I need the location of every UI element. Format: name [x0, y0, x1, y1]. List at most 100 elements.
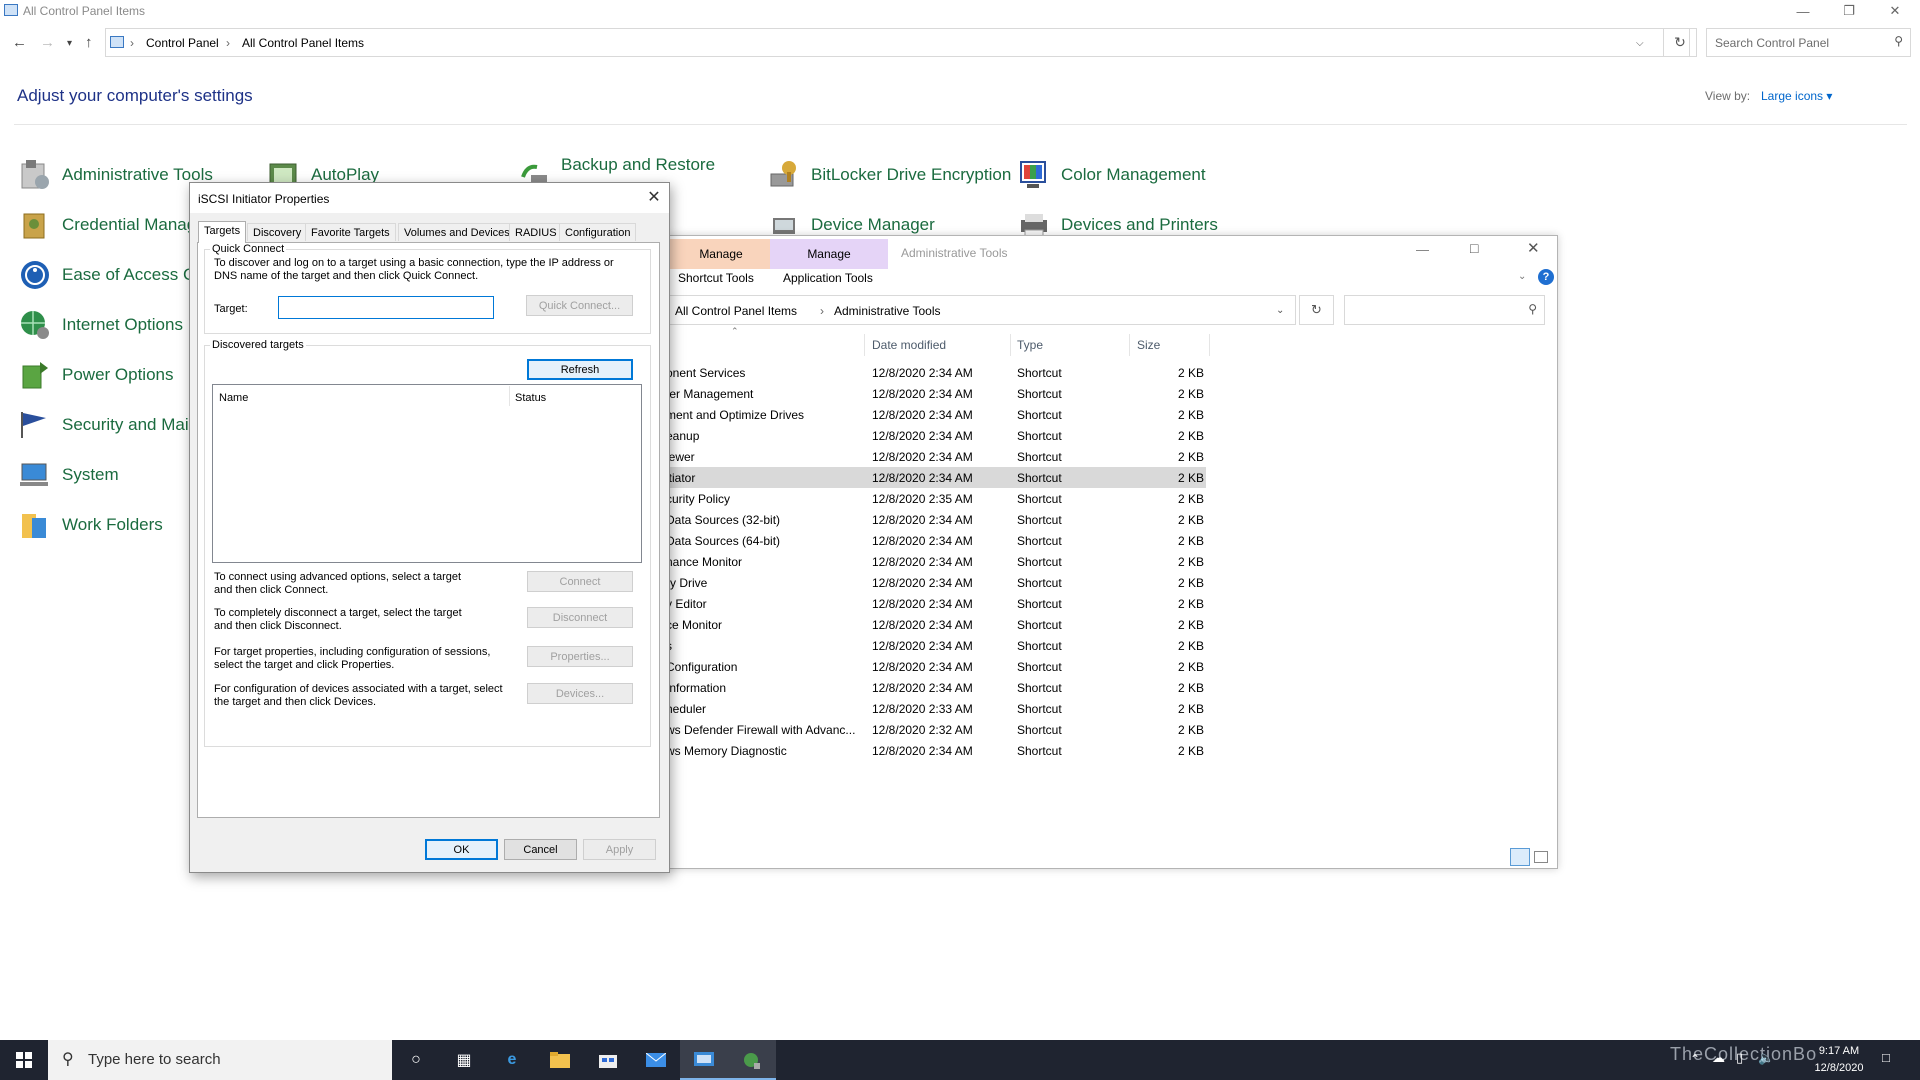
- minimize-button[interactable]: —: [1780, 0, 1826, 22]
- column-header-name[interactable]: Name: [219, 392, 248, 404]
- ribbon-subtab-application-tools[interactable]: Application Tools: [783, 271, 873, 285]
- breadcrumb-all-items[interactable]: All Control Panel Items: [675, 304, 797, 318]
- table-row[interactable]: s12/8/2020 2:34 AMShortcut2 KB: [666, 635, 1206, 656]
- onedrive-icon[interactable]: ☁: [1712, 1050, 1725, 1066]
- cp-item-ease-of-access[interactable]: Ease of Access Cen: [18, 257, 214, 293]
- chevron-down-icon[interactable]: ⌄: [1276, 305, 1284, 316]
- cp-item-security-maintenance[interactable]: Security and Maint: [18, 407, 203, 443]
- tab-configuration[interactable]: Configuration: [559, 223, 637, 241]
- administrative-tools-window[interactable]: Manage Manage Administrative Tools Short…: [665, 235, 1558, 869]
- search-input[interactable]: Search Control Panel ⚲: [1706, 28, 1911, 57]
- tab-targets[interactable]: Targets: [198, 221, 247, 243]
- ribbon-tab-manage-shortcut[interactable]: Manage: [670, 239, 772, 269]
- cp-item-color-management[interactable]: Color Management: [1017, 157, 1206, 193]
- cp-item-credential-manager[interactable]: Credential Manage: [18, 207, 206, 243]
- task-view-icon[interactable]: ▦: [440, 1040, 488, 1080]
- chevron-down-icon[interactable]: ⌵: [1636, 38, 1644, 49]
- iscsi-initiator-taskbar-icon[interactable]: [728, 1040, 776, 1080]
- table-row[interactable]: itiator 12/8/2020 2:34 AM Shortcut 2 KB: [666, 467, 1206, 488]
- table-row[interactable]: y Editor 12/8/2020 2:34 AM Shortcut 2 KB: [666, 593, 1206, 614]
- file-explorer-icon[interactable]: [536, 1040, 584, 1080]
- back-arrow-icon[interactable]: ←: [12, 34, 27, 51]
- table-row[interactable]: ment and Optimize Drives 12/8/2020 2:34 A…: [666, 404, 1206, 425]
- apply-button[interactable]: Apply: [583, 839, 656, 860]
- cp-item-work-folders[interactable]: Work Folders: [18, 507, 163, 543]
- iscsi-initiator-dialog[interactable]: iSCSI Initiator Properties ✕ Targets Dis…: [189, 182, 670, 873]
- maximize-button[interactable]: □: [1470, 240, 1478, 256]
- start-windows-icon[interactable]: [0, 1040, 48, 1080]
- table-row[interactable]: onent Services 12/8/2020 2:34 AM Shortcut 2…: [666, 362, 1206, 383]
- table-row[interactable]: Data Sources (64-bit) 12/8/2020 2:34 AM Sh…: [666, 530, 1206, 551]
- cp-item-administrative-tools[interactable]: Administrative Tools: [18, 157, 213, 193]
- close-button[interactable]: ✕: [1872, 0, 1918, 22]
- store-icon[interactable]: [584, 1040, 632, 1080]
- ok-button[interactable]: OK: [425, 839, 498, 860]
- tab-volumes-devices[interactable]: Volumes and Devices: [398, 223, 516, 241]
- close-button[interactable]: ✕: [1527, 239, 1540, 257]
- address-bar[interactable]: All Control Panel Items › Administrative…: [666, 295, 1296, 325]
- table-row[interactable]: curity Policy 12/8/2020 2:35 AM Shortcut 2 …: [666, 488, 1206, 509]
- table-row[interactable]: eanup 12/8/2020 2:34 AM Shortcut 2 KB: [666, 425, 1206, 446]
- table-row[interactable]: ws Memory Diagnostic 12/8/2020 2:34 AM Sho…: [666, 740, 1206, 761]
- taskbar-clock[interactable]: 9:17 AM 12/8/2020: [1804, 1043, 1874, 1077]
- table-row[interactable]: Information 12/8/2020 2:34 AM Shortcut 2 KB: [666, 677, 1206, 698]
- cp-item-internet-options[interactable]: Internet Options: [18, 307, 183, 343]
- search-input[interactable]: ⚲: [1344, 295, 1545, 325]
- table-row[interactable]: nance Monitor 12/8/2020 2:34 AM Shortcut 2 …: [666, 551, 1206, 572]
- restore-button[interactable]: ❐: [1826, 0, 1872, 22]
- discovered-targets-list[interactable]: Name Status: [212, 384, 642, 563]
- ribbon-subtab-shortcut-tools[interactable]: Shortcut Tools: [678, 271, 754, 285]
- cortana-icon[interactable]: ○: [392, 1040, 440, 1080]
- view-by-dropdown[interactable]: Large icons ▾: [1761, 89, 1832, 103]
- cp-item-system[interactable]: System: [18, 457, 119, 493]
- table-row[interactable]: ws Defender Firewall with Advanc... 12/8/…: [666, 719, 1206, 740]
- properties-button[interactable]: Properties...: [527, 646, 633, 667]
- refresh-button[interactable]: Refresh: [527, 359, 633, 380]
- cp-item-bitlocker[interactable]: BitLocker Drive Encryption: [767, 157, 1011, 193]
- breadcrumb-control-panel[interactable]: Control Panel: [146, 36, 219, 50]
- connect-button[interactable]: Connect: [527, 571, 633, 592]
- up-arrow-icon[interactable]: ↑: [85, 34, 93, 51]
- column-header-date[interactable]: Date modified: [872, 338, 946, 352]
- chevron-down-icon[interactable]: ⌄: [1518, 271, 1526, 282]
- help-icon[interactable]: ?: [1538, 269, 1554, 285]
- breadcrumb-administrative-tools[interactable]: Administrative Tools: [834, 304, 941, 318]
- table-row[interactable]: Data Sources (32-bit) 12/8/2020 2:34 AM Sh…: [666, 509, 1206, 530]
- tab-discovery[interactable]: Discovery: [247, 223, 308, 241]
- column-header-size[interactable]: Size: [1137, 338, 1160, 352]
- devices-button[interactable]: Devices...: [527, 683, 633, 704]
- recent-locations-icon[interactable]: ▾: [67, 38, 72, 49]
- table-row[interactable]: Configuration 12/8/2020 2:34 AM Shortcut 2 …: [666, 656, 1206, 677]
- close-icon[interactable]: ✕: [644, 188, 664, 208]
- large-icons-view-icon[interactable]: [1534, 851, 1548, 863]
- disconnect-button[interactable]: Disconnect: [527, 607, 633, 628]
- cp-item-power-options[interactable]: Power Options: [18, 357, 174, 393]
- breadcrumb-all-items[interactable]: All Control Panel Items: [242, 36, 364, 50]
- notifications-icon[interactable]: □: [1882, 1050, 1890, 1065]
- refresh-icon[interactable]: ↻: [1299, 295, 1334, 325]
- table-row[interactable]: iewer 12/8/2020 2:34 AM Shortcut 2 KB: [666, 446, 1206, 467]
- details-view-icon[interactable]: [1510, 848, 1530, 866]
- column-header-type[interactable]: Type: [1017, 338, 1043, 352]
- tab-favorite-targets[interactable]: Favorite Targets: [305, 223, 396, 241]
- table-row[interactable]: heduler 12/8/2020 2:33 AM Shortcut 2 KB: [666, 698, 1206, 719]
- target-input[interactable]: [278, 296, 494, 319]
- forward-arrow-icon[interactable]: →: [40, 34, 55, 51]
- ribbon-tab-manage-application[interactable]: Manage: [770, 239, 888, 269]
- edge-browser-icon[interactable]: e: [488, 1040, 536, 1080]
- refresh-icon[interactable]: ↻: [1663, 28, 1697, 57]
- cancel-button[interactable]: Cancel: [504, 839, 577, 860]
- quick-connect-button[interactable]: Quick Connect...: [526, 295, 633, 316]
- table-row[interactable]: ry Drive 12/8/2020 2:34 AM Shortcut 2 KB: [666, 572, 1206, 593]
- column-header-status[interactable]: Status: [515, 392, 546, 404]
- taskbar-search-box[interactable]: ⚲ Type here to search: [48, 1040, 392, 1080]
- show-hidden-icons-icon[interactable]: ⌃: [1690, 1052, 1700, 1066]
- cp-item-backup-restore[interactable]: Backup and Restore: [517, 149, 715, 187]
- mail-icon[interactable]: [632, 1040, 680, 1080]
- address-bar[interactable]: › Control Panel › All Control Panel Item…: [105, 28, 1690, 57]
- minimize-button[interactable]: —: [1416, 242, 1429, 257]
- tab-radius[interactable]: RADIUS: [509, 223, 563, 241]
- network-icon[interactable]: ▯: [1736, 1050, 1743, 1066]
- table-row[interactable]: ce Monitor 12/8/2020 2:34 AM Shortcut 2 KB: [666, 614, 1206, 635]
- volume-icon[interactable]: 🔈: [1758, 1050, 1774, 1066]
